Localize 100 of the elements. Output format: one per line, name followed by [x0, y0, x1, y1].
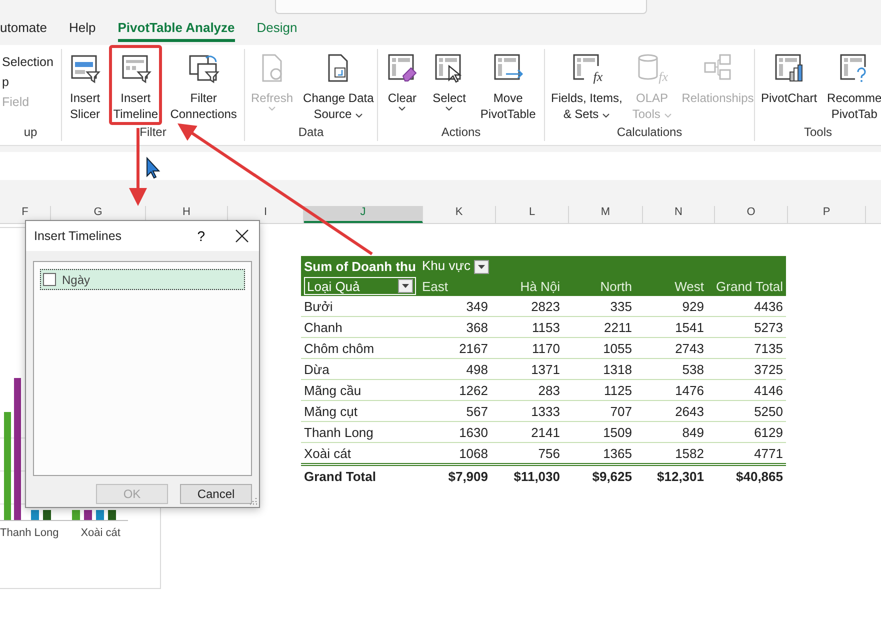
table-cell: 2743	[635, 338, 707, 358]
ribbon-button[interactable]: Selection	[2, 55, 59, 69]
table-cell: 2643	[635, 400, 707, 422]
column-header[interactable]: J	[304, 206, 423, 223]
bar	[96, 510, 104, 520]
table-cell: 1153	[491, 316, 563, 338]
bar	[72, 510, 80, 520]
column-header[interactable]: O	[715, 206, 788, 223]
mouse-pointer-icon	[146, 156, 160, 179]
ribbon-button[interactable]: Insert Timeline	[109, 45, 162, 125]
bar	[43, 510, 51, 520]
ribbon-button[interactable]: Select	[428, 45, 470, 125]
table-cell: 756	[491, 442, 563, 464]
table-cell: 2167	[419, 338, 491, 358]
bar	[31, 510, 39, 520]
table-cell: 335	[563, 296, 635, 316]
ribbon-button[interactable]: Recomme PivotTab	[823, 45, 881, 125]
ribbon-button[interactable]: Clear	[382, 45, 422, 125]
row-label: Bưởi	[301, 296, 419, 316]
table-cell: 1318	[563, 358, 635, 380]
table-header: Sum of Doanh thu	[301, 256, 419, 276]
table-cell: 707	[563, 400, 635, 422]
table-cell: 1170	[491, 338, 563, 358]
row-label: Măng cụt	[301, 400, 419, 422]
filter-dropdown-button[interactable]	[474, 260, 490, 274]
caret-icon	[268, 106, 276, 111]
table-cell: 1262	[419, 380, 491, 400]
table-cell: 1371	[491, 358, 563, 380]
column-label: Hà Nội	[491, 276, 563, 296]
ribbon-button[interactable]: Change Data Source	[299, 45, 378, 125]
ribbon-button[interactable]: Filter Connections	[166, 45, 241, 125]
table-header: Khu vực	[422, 258, 470, 274]
row-label: Mãng cầu	[301, 380, 419, 400]
total-cell: $40,865	[707, 464, 786, 486]
row-label: Dừa	[301, 358, 419, 380]
row-label: Chôm chôm	[301, 338, 419, 358]
category-label: Xoài cát	[80, 527, 120, 539]
table-cell: 5250	[707, 400, 786, 422]
column-header[interactable]: N	[643, 206, 715, 223]
row-label: Chanh	[301, 316, 419, 338]
dialog-button[interactable]: Cancel	[180, 484, 252, 504]
group-label: Calculations	[616, 125, 684, 141]
group-label: up	[22, 125, 38, 141]
table-cell: 538	[635, 358, 707, 380]
close-icon[interactable]	[235, 229, 249, 243]
table-cell: 4771	[707, 442, 786, 464]
table-cell: 849	[635, 422, 707, 442]
table-cell: 929	[635, 296, 707, 316]
icon-label: fx	[593, 70, 603, 83]
table-cell: 2211	[563, 316, 635, 338]
column-label: East	[419, 276, 491, 296]
group-label: Data	[297, 125, 325, 141]
table-cell: 4436	[707, 296, 786, 316]
ribbon-tab[interactable]: Help	[68, 20, 96, 42]
ribbon-button[interactable]: fx Fields, Items, & Sets	[547, 45, 626, 125]
total-cell: $12,301	[635, 464, 707, 486]
table-cell: 3725	[707, 358, 786, 380]
column-header[interactable]: M	[569, 206, 643, 223]
total-cell: $9,625	[563, 464, 635, 486]
checkbox[interactable]	[43, 273, 56, 286]
ribbon-tab[interactable]: utomate	[0, 20, 47, 42]
ribbon-button[interactable]: Move PivotTable	[476, 45, 540, 125]
table-cell: 1068	[419, 442, 491, 464]
table-cell: 7135	[707, 338, 786, 358]
row-label: Thanh Long	[301, 422, 419, 442]
ribbon-button[interactable]: PivotChart	[757, 45, 822, 125]
list-item[interactable]: Ngày	[40, 269, 245, 290]
caret-icon	[602, 113, 610, 118]
dropdown-arrow-icon	[478, 264, 486, 269]
row-label: Xoài cát	[301, 442, 419, 464]
ribbon-button[interactable]: p	[2, 75, 59, 89]
column-header[interactable]: K	[423, 206, 496, 223]
table-cell: 1125	[563, 380, 635, 400]
resize-grip-icon[interactable]	[249, 497, 257, 505]
table-cell: 567	[419, 400, 491, 422]
caret-icon	[664, 113, 672, 118]
table-cell: 4146	[707, 380, 786, 400]
table-cell: 5273	[707, 316, 786, 338]
filter-dropdown-button[interactable]	[398, 279, 413, 293]
total-cell: $7,909	[419, 464, 491, 486]
table-cell: 283	[491, 380, 563, 400]
help-button[interactable]: ?	[197, 228, 205, 244]
table-cell: 2141	[491, 422, 563, 442]
table-cell: 1582	[635, 442, 707, 464]
category-label: Thanh Long	[0, 527, 59, 539]
caret-icon	[355, 113, 364, 118]
ribbon-tab[interactable]: PivotTable Analyze	[118, 20, 235, 42]
column-header[interactable]: L	[496, 206, 569, 223]
table-header: Loại Quả	[307, 278, 360, 294]
ribbon-tab[interactable]: Design	[256, 20, 298, 42]
table-cell: 1055	[563, 338, 635, 358]
table-cell: 498	[419, 358, 491, 380]
bar	[84, 510, 92, 520]
table-cell: 1630	[419, 422, 491, 442]
column-header[interactable]: P	[788, 206, 866, 223]
column-label: Grand Total	[707, 276, 786, 296]
table-cell: 1476	[635, 380, 707, 400]
column-label: West	[635, 276, 707, 296]
ribbon-button[interactable]: Insert Slicer	[65, 45, 106, 125]
group-label: Tools	[802, 125, 833, 141]
